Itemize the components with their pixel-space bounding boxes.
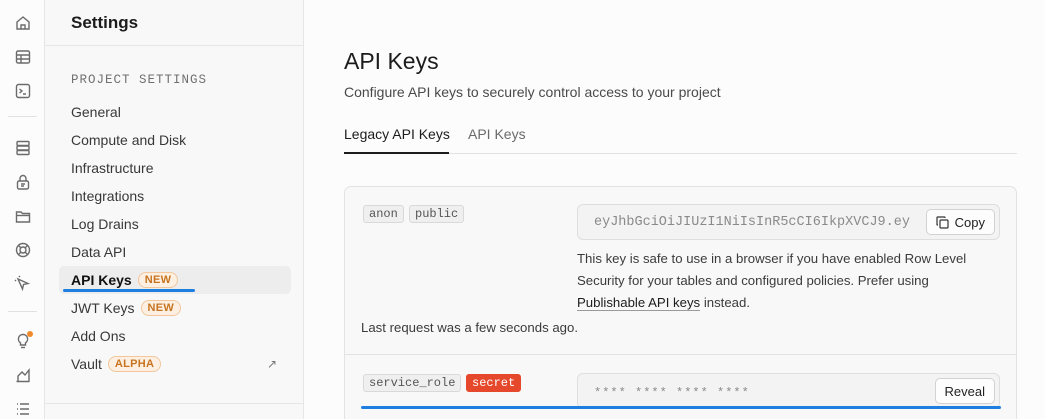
logs-icon[interactable] [12,398,34,419]
notification-dot [27,331,33,337]
anon-key-note: This key is safe to use in a browser if … [577,248,997,314]
sidebar-item-data-api[interactable]: Data API [59,238,291,266]
active-tab-indicator [344,152,449,154]
anon-key-value: eyJhbGciOiJIUzI1NiIsInR5cCI6IkpXVCJ9.ey [594,215,910,230]
reveal-button-label: Reveal [944,383,985,399]
new-badge: NEW [140,300,182,316]
page-title: API Keys [344,48,439,74]
sidebar-item-label: Add Ons [71,328,126,344]
sidebar-item-label: API Keys [71,272,132,288]
highlight-underline [63,289,195,292]
sidebar-section-label: PROJECT SETTINGS [71,73,208,87]
sidebar-title: Settings [45,0,303,46]
sidebar-item-compute-and-disk[interactable]: Compute and Disk [59,126,291,154]
anon-key-field[interactable]: eyJhbGciOiJIUzI1NiIsInR5cCI6IkpXVCJ9.ey … [577,204,1000,240]
sidebar-item-jwt-keys[interactable]: JWT Keys NEW [59,294,291,322]
sidebar-item-label: Data API [71,244,127,260]
sidebar-item-vault[interactable]: Vault ALPHA ↗ [59,350,291,378]
sql-editor-icon[interactable] [12,80,34,102]
note-text-end: instead. [700,295,751,310]
service-key-masked: **** **** **** **** [594,386,750,400]
advisors-icon[interactable] [12,330,34,352]
sidebar-item-label: General [71,104,121,120]
home-icon[interactable] [12,12,34,34]
database-icon[interactable] [12,137,34,159]
tab-api-keys[interactable]: API Keys [468,126,526,142]
copy-icon [936,215,949,229]
sidebar-item-label: Infrastructure [71,160,154,176]
tab-bar: Legacy API Keys API Keys [344,118,1017,154]
page-subtitle: Configure API keys to securely control a… [344,84,721,100]
sidebar-item-general[interactable]: General [59,98,291,126]
service-role-tag: service_role [363,374,462,392]
external-link-icon: ↗ [266,357,277,371]
reports-icon[interactable] [12,364,34,386]
settings-sidebar: Settings PROJECT SETTINGS General Comput… [45,0,304,419]
realtime-icon[interactable] [12,239,34,261]
copy-button-label: Copy [954,214,985,230]
copy-button[interactable]: Copy [925,209,995,235]
highlight-underline [361,406,1001,409]
sidebar-item-label: Log Drains [71,216,139,232]
storage-icon[interactable] [12,205,34,227]
last-request-text: Last request was a few seconds ago. [361,320,578,335]
main-content: API Keys Configure API keys to securely … [305,0,1045,419]
note-text: This key is safe to use in a browser if … [577,251,967,288]
tab-legacy-api-keys[interactable]: Legacy API Keys [344,126,450,142]
new-badge: NEW [137,272,179,288]
sidebar-item-integrations[interactable]: Integrations [59,182,291,210]
service-key-field[interactable]: **** **** **** **** Reveal [577,373,1000,409]
legacy-keys-card: anon public eyJhbGciOiJIUzI1NiIsInR5cCI6… [344,186,1017,419]
sidebar-item-add-ons[interactable]: Add Ons [59,322,291,350]
secret-tag: secret [466,374,522,392]
sidebar-item-label: Compute and Disk [71,132,187,148]
table-editor-icon[interactable] [12,46,34,68]
auth-icon[interactable] [12,171,34,193]
sidebar-item-log-drains[interactable]: Log Drains [59,210,291,238]
sidebar-item-label: Vault [71,356,102,372]
anon-tag: anon [363,205,404,223]
sidebar-item-label: JWT Keys [71,300,135,316]
publishable-keys-link[interactable]: Publishable API keys [577,295,701,311]
icon-rail [0,0,45,419]
public-tag: public [409,205,465,223]
alpha-badge: ALPHA [107,356,162,372]
reveal-button[interactable]: Reveal [934,378,995,404]
sidebar-item-label: Integrations [71,188,145,204]
cursor-icon[interactable] [12,273,34,295]
sidebar-item-infrastructure[interactable]: Infrastructure [59,154,291,182]
